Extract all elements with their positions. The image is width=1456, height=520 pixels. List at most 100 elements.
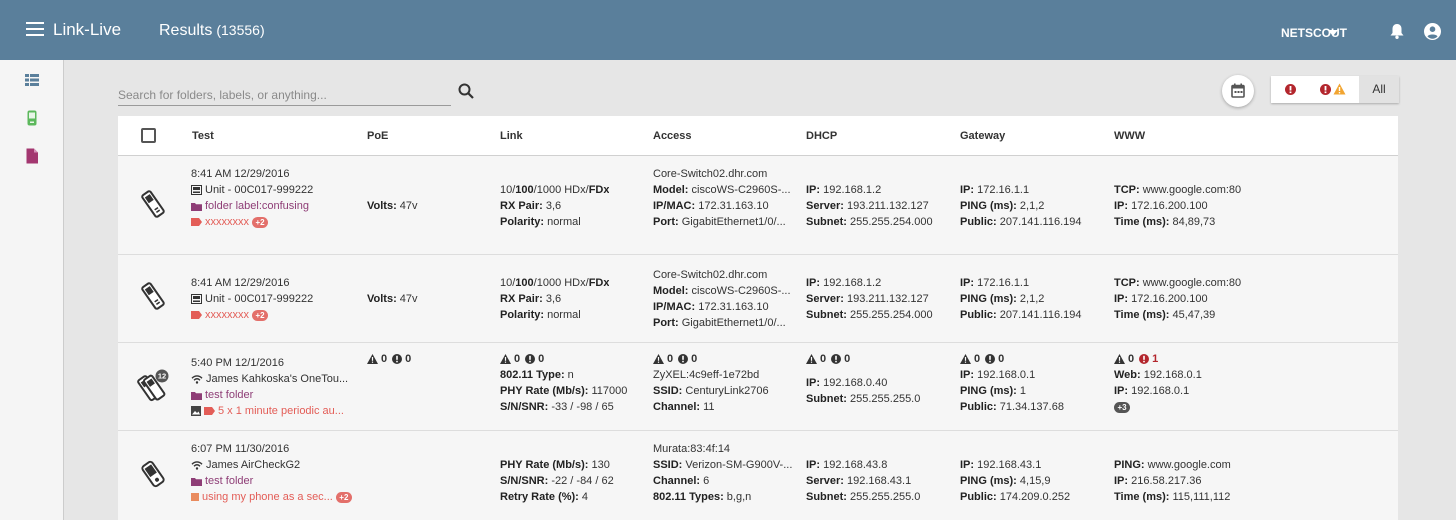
speed-fdx: FDx bbox=[588, 277, 610, 289]
network-line: James AirCheckG2 bbox=[191, 457, 352, 473]
types-key: 802.11 Types: bbox=[653, 491, 724, 503]
public-value: 207.141.116.194 bbox=[996, 216, 1082, 228]
warning-count: 0 bbox=[514, 353, 521, 365]
search-icon[interactable] bbox=[458, 83, 474, 99]
multi-device-icon: 12 bbox=[137, 369, 169, 402]
table-row[interactable]: 8:41 AM 12/29/2016 Unit - 00C017-999222 … bbox=[118, 255, 1398, 343]
report-icon[interactable] bbox=[24, 148, 40, 164]
ip-value: 192.168.43.8 bbox=[820, 459, 888, 471]
label-name: xxxxxxxx bbox=[205, 216, 249, 228]
time-key: Time (ms): bbox=[1114, 309, 1170, 321]
select-all-checkbox[interactable] bbox=[141, 128, 156, 143]
snr-key: S/N/SNR: bbox=[500, 475, 549, 487]
retry-rate-value: 4 bbox=[578, 491, 589, 503]
ip-mac-key: IP/MAC: bbox=[653, 301, 696, 313]
filter-all[interactable]: All bbox=[1359, 76, 1399, 103]
error-count: 1 bbox=[1152, 353, 1159, 365]
search-field[interactable] bbox=[118, 85, 451, 106]
device-icon[interactable] bbox=[24, 110, 40, 126]
error-icon bbox=[392, 354, 403, 365]
label-link[interactable]: 5 x 1 minute periodic au... bbox=[191, 403, 348, 419]
public-value: 174.209.0.252 bbox=[996, 491, 1071, 503]
chevron-down-icon[interactable] bbox=[1328, 30, 1338, 36]
more-results-badge[interactable]: +3 bbox=[1114, 401, 1130, 413]
warning-count: 0 bbox=[974, 353, 981, 365]
filter-errors[interactable] bbox=[1271, 76, 1311, 103]
wifi-icon bbox=[191, 374, 203, 384]
folder-link[interactable]: test folder bbox=[191, 387, 348, 403]
column-header-dhcp[interactable]: DHCP bbox=[806, 130, 837, 142]
ip-mac-key: IP/MAC: bbox=[653, 200, 696, 212]
folder-link[interactable]: folder label:confusing bbox=[191, 198, 313, 214]
ip-value: 192.168.0.1 bbox=[974, 369, 1036, 381]
label-name: 5 x 1 minute periodic au... bbox=[218, 405, 344, 417]
column-header-test[interactable]: Test bbox=[192, 130, 214, 142]
poe-cell: Volts: 47v bbox=[367, 291, 418, 307]
column-header-www[interactable]: WWW bbox=[1114, 130, 1145, 142]
public-key: Public: bbox=[960, 309, 997, 321]
ping-key: PING (ms): bbox=[960, 200, 1017, 212]
column-header-poe[interactable]: PoE bbox=[367, 130, 388, 142]
table-row[interactable]: 12 5:40 PM 12/1/2016 James Kahkoska's On… bbox=[118, 343, 1398, 431]
access-cell: Core-Switch02.dhr.com Model: ciscoWS-C29… bbox=[653, 267, 796, 331]
ip-key: IP: bbox=[806, 277, 821, 289]
snr-value: -22 / -84 / 62 bbox=[548, 475, 614, 487]
folder-icon bbox=[191, 477, 202, 486]
ip-value: 172.16.200.100 bbox=[1128, 200, 1208, 212]
poe-cell: Volts: 47v bbox=[367, 198, 418, 214]
phy-rate-key: PHY Rate (Mb/s): bbox=[500, 459, 589, 471]
speed-10: 10/ bbox=[500, 277, 516, 289]
warning-icon bbox=[500, 354, 511, 365]
ping-value: www.google.com bbox=[1144, 459, 1231, 471]
label-count-badge[interactable]: +2 bbox=[335, 491, 352, 503]
speed-fdx: FDx bbox=[588, 184, 610, 196]
account-icon[interactable] bbox=[1424, 23, 1441, 40]
ip-value: 216.58.217.36 bbox=[1128, 475, 1202, 487]
filter-errors-warnings[interactable] bbox=[1311, 76, 1359, 103]
label-count-badge[interactable]: +2 bbox=[252, 216, 268, 228]
label-link[interactable]: using my phone as a sec... +2 bbox=[191, 489, 352, 505]
port-key: Port: bbox=[653, 317, 679, 329]
list-view-icon[interactable] bbox=[24, 72, 40, 88]
column-header-link[interactable]: Link bbox=[500, 130, 523, 142]
hamburger-menu-icon[interactable] bbox=[26, 22, 44, 36]
column-header-gateway[interactable]: Gateway bbox=[960, 130, 1005, 142]
results-table: Test PoE Link Access DHCP Gateway WWW 8:… bbox=[118, 116, 1398, 520]
public-value: 207.141.116.194 bbox=[996, 309, 1082, 321]
test-datetime: 8:41 AM 12/29/2016 bbox=[191, 277, 290, 289]
calendar-button[interactable] bbox=[1222, 75, 1254, 107]
ip-key: IP: bbox=[960, 369, 975, 381]
ping-value: 1 bbox=[1016, 385, 1027, 397]
app-title[interactable]: Link-Live bbox=[53, 20, 121, 40]
column-header-access[interactable]: Access bbox=[653, 130, 692, 142]
error-icon bbox=[1320, 84, 1331, 95]
channel-key: Channel: bbox=[653, 401, 701, 413]
table-row[interactable]: 6:07 PM 11/30/2016 James AirCheckG2 test… bbox=[118, 431, 1398, 520]
label-count-badge[interactable]: +2 bbox=[252, 309, 268, 321]
sidebar bbox=[0, 60, 64, 520]
rx-pair-value: 3,6 bbox=[542, 200, 562, 212]
access-cell: 00 ZyXEL:4c9eff-1e72bd SSID: CenturyLink… bbox=[653, 351, 796, 415]
table-row[interactable]: 8:41 AM 12/29/2016 Unit - 00C017-999222 … bbox=[118, 156, 1398, 255]
switch-name: Core-Switch02.dhr.com bbox=[653, 269, 768, 281]
bell-icon[interactable] bbox=[1390, 24, 1404, 39]
search-input[interactable] bbox=[118, 85, 451, 105]
folder-link[interactable]: test folder bbox=[191, 473, 352, 489]
time-value: 115,111,112 bbox=[1169, 491, 1231, 503]
ssid-key: SSID: bbox=[653, 459, 683, 471]
dhcp-cell: IP: 192.168.1.2 Server: 193.211.132.127 … bbox=[806, 182, 933, 230]
web-key: Web: bbox=[1114, 369, 1141, 381]
type-key: 802.11 Type: bbox=[500, 369, 565, 381]
link-speed: 10/100/1000 HDx/FDx bbox=[500, 275, 609, 291]
error-icon bbox=[985, 354, 996, 365]
ping-key: PING: bbox=[1114, 459, 1145, 471]
ip-key: IP: bbox=[806, 184, 821, 196]
dhcp-alerts: 00 bbox=[806, 351, 920, 367]
ping-value: 2,1,2 bbox=[1016, 293, 1045, 305]
rx-pair-key: RX Pair: bbox=[500, 293, 543, 305]
label-link[interactable]: xxxxxxxx +2 bbox=[191, 307, 313, 323]
label-link[interactable]: xxxxxxxx +2 bbox=[191, 214, 313, 230]
network-line: James Kahkoska's OneTou... bbox=[191, 371, 348, 387]
link-cell: PHY Rate (Mb/s): 130 S/N/SNR: -22 / -84 … bbox=[500, 457, 614, 505]
test-datetime: 8:41 AM 12/29/2016 bbox=[191, 168, 290, 180]
